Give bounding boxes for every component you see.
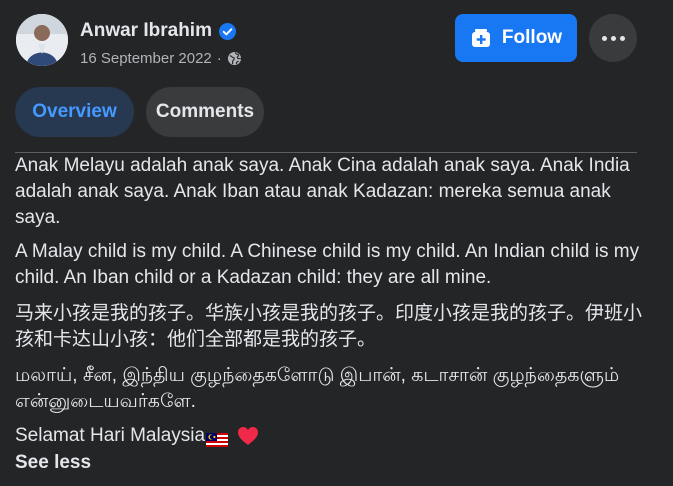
more-options-button[interactable] <box>589 14 637 62</box>
post-body: Anak Melayu adalah anak saya. Anak Cina … <box>15 153 655 476</box>
post-header: Anwar Ibrahim 16 September 2022 · Follow <box>0 0 673 80</box>
see-less-button[interactable]: See less <box>15 450 91 476</box>
tab-overview[interactable]: Overview <box>15 87 134 137</box>
globe-icon[interactable] <box>227 51 242 66</box>
post-tabs: Overview Comments <box>15 87 276 137</box>
more-options-icon <box>601 35 607 41</box>
follow-page-icon <box>470 27 492 49</box>
post-paragraph-tamil: மலாய், சீன, இந்திய குழந்தைகளோடு இபான், க… <box>15 365 620 412</box>
author-name[interactable]: Anwar Ibrahim <box>80 20 212 42</box>
more-dot <box>610 35 616 41</box>
meta-separator: · <box>216 50 222 67</box>
post-greeting: Selamat Hari Malaysia <box>15 425 206 446</box>
author-name-row: Anwar Ibrahim <box>80 20 236 42</box>
author-avatar[interactable] <box>16 14 68 66</box>
post-paragraph-malay: Anak Melayu adalah anak saya. Anak Cina … <box>15 155 630 228</box>
post-meta: 16 September 2022 · <box>80 50 242 67</box>
post-paragraph-english: A Malay child is my child. A Chinese chi… <box>15 241 640 288</box>
post-date[interactable]: 16 September 2022 <box>80 50 212 67</box>
verified-badge-icon <box>218 22 236 40</box>
post-greeting-line: Selamat Hari Malaysia <box>15 423 655 449</box>
malaysia-flag-icon <box>206 429 229 447</box>
follow-label: Follow <box>501 27 563 48</box>
heart-icon <box>237 426 259 446</box>
post-paragraph-chinese: 马来小孩是我的孩子。华族小孩是我的孩子。印度小孩是我的孩子。伊班小孩和卡达山小孩… <box>15 303 643 350</box>
follow-button[interactable]: Follow <box>455 14 577 62</box>
tab-comments[interactable]: Comments <box>146 87 264 137</box>
more-dot <box>619 35 625 41</box>
